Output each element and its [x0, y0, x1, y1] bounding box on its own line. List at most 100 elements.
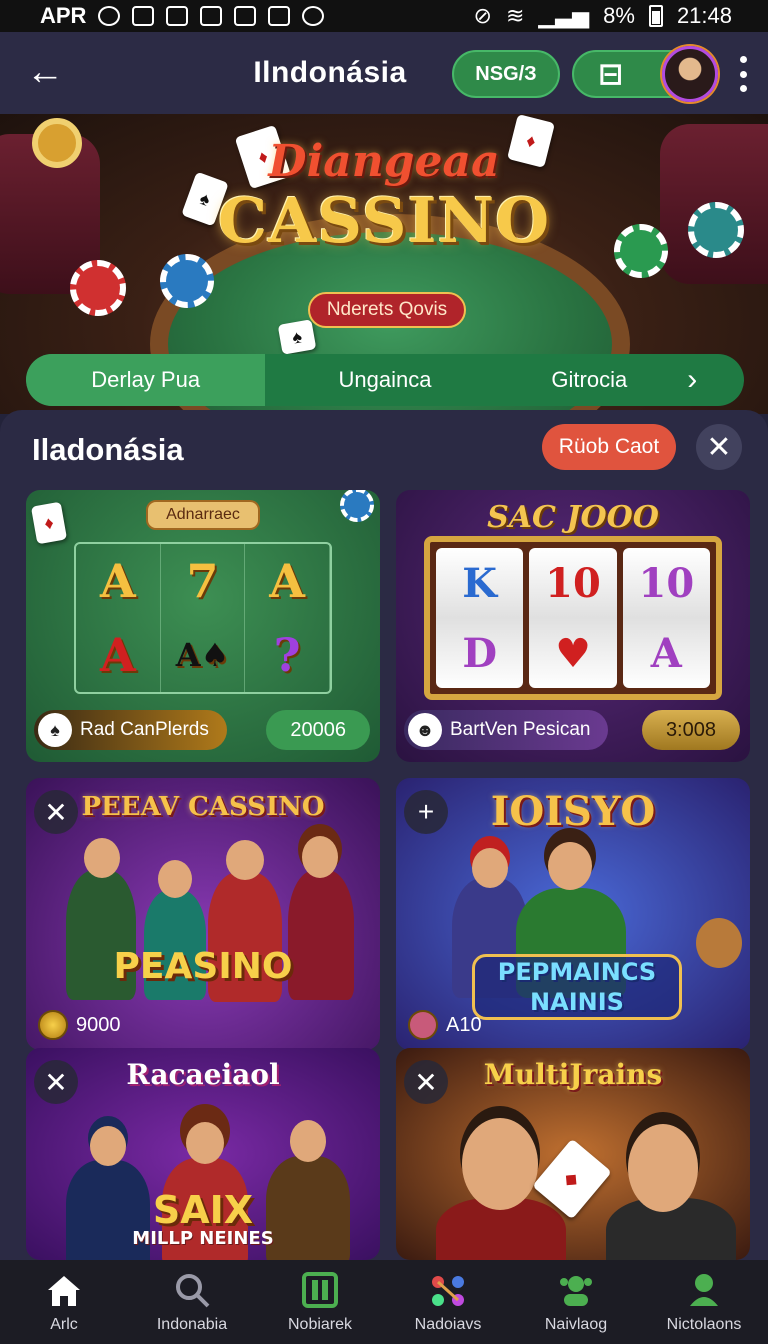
filter-button[interactable]: Rüob Caot	[542, 424, 676, 470]
dog-illustration	[696, 918, 742, 968]
signal-off-icon: ⊘	[473, 3, 492, 28]
tab-gitrocia[interactable]: Gitrocia ›	[505, 354, 744, 406]
game-card-title: IOISYO	[490, 788, 656, 835]
bottom-navigation: Arlc Indonabia Nobiarek Nadoiavs Naivlao…	[0, 1260, 768, 1344]
tab-label: Gitrocia	[551, 367, 628, 392]
nav-item-profile[interactable]: Nictolaons	[640, 1260, 768, 1344]
app-icon	[132, 6, 155, 26]
game-card-header: Adnarraec	[26, 500, 380, 530]
reel-symbol: ♥	[555, 629, 591, 677]
game-card-big-title: SAIX	[152, 1188, 254, 1232]
character-head	[628, 1124, 698, 1212]
chat-icon	[302, 6, 325, 26]
game-label-pill: ☻ BartVen Pesican	[404, 710, 609, 750]
messages-pill[interactable]: NSG/З	[452, 50, 560, 98]
character-head	[472, 848, 508, 888]
poker-chip-icon	[70, 260, 126, 316]
reel-symbol: K	[462, 559, 498, 607]
nav-label: Indonabia	[156, 1316, 228, 1333]
status-left: APR	[40, 3, 325, 29]
people-icon	[556, 1270, 596, 1310]
character-head	[90, 1126, 126, 1166]
reel-symbol: A	[650, 629, 682, 677]
page-title: Ilndonásia	[253, 56, 407, 89]
dot-icon	[739, 56, 747, 63]
game-value-pill[interactable]: 3:008	[641, 710, 740, 750]
game-label: Rad CanPlerds	[80, 719, 209, 740]
tab-ungainca[interactable]: Ungainca	[265, 354, 504, 406]
game-card-big-title: PEPMAINCS NAINIS	[472, 954, 682, 1020]
wallet-icon: ⊟	[598, 57, 624, 91]
shop-icon	[268, 6, 291, 26]
clock: 21:48	[676, 3, 732, 28]
game-card-multitrains[interactable]: ✕ MultiJrains ◆	[396, 1048, 750, 1260]
close-section-button[interactable]: ✕	[696, 424, 742, 470]
slot-symbol: A	[76, 544, 161, 618]
game-stat-value: 9000	[76, 1013, 121, 1036]
wifi-icon: ≋	[505, 3, 525, 28]
slot-symbol: A	[76, 618, 161, 692]
character-head	[226, 840, 264, 880]
game-card-header-plate: Adnarraec	[146, 500, 260, 530]
game-card-pepmaincs[interactable]: + IOISYO PEPMAINCS NAINIS A10	[396, 778, 750, 1050]
hero-badge[interactable]: Nderets Qovis	[308, 292, 466, 328]
nav-item-home[interactable]: Arlc	[0, 1260, 128, 1344]
game-card-slots[interactable]: Adnarraec ♦ A 7 A A A♠ ? ♠ Rad CanPlerds…	[26, 490, 380, 762]
reel-symbol: D	[462, 629, 497, 677]
character-head	[548, 842, 592, 890]
game-card-peasino[interactable]: ✕ PEEAV CASSINO PEASINO 9000	[26, 778, 380, 1050]
nav-item-search[interactable]: Indonabia	[128, 1260, 256, 1344]
character-head	[290, 1120, 326, 1162]
nav-label: Nadoiavs	[414, 1316, 482, 1333]
nav-item-people[interactable]: Naivlaog	[512, 1260, 640, 1344]
game-value-pill[interactable]: 20006	[266, 710, 370, 750]
game-card-title: Racaeiaol	[126, 1058, 280, 1091]
hero-logo-main: CASSINO	[217, 184, 551, 257]
more-menu-button[interactable]	[732, 56, 754, 92]
slot-symbol: ?	[245, 618, 330, 692]
slot-symbol: 7	[161, 544, 246, 618]
game-card-saix[interactable]: ✕ Racaeiaol SAIX MILLP NEINES	[26, 1048, 380, 1260]
nav-label: Naivlaog	[544, 1316, 608, 1333]
profile-icon	[684, 1270, 724, 1310]
game-label-pill: ♠ Rad CanPlerds	[34, 710, 227, 750]
carrier-label: APR	[40, 3, 87, 28]
tab-derlay-pua[interactable]: Derlay Pua	[26, 354, 266, 406]
reel-symbol: 10	[638, 559, 695, 607]
avatar[interactable]	[662, 46, 718, 102]
nav-label: Nobiarek	[287, 1316, 353, 1333]
game-stat: 9000	[38, 1010, 121, 1040]
coin-icon	[38, 1010, 68, 1040]
hero-logo-top: Diangeaa	[268, 136, 500, 187]
character-head	[186, 1122, 224, 1164]
dot-icon	[739, 85, 747, 92]
character-head	[302, 836, 338, 878]
image-icon	[200, 6, 223, 26]
game-stat: A10	[408, 1010, 482, 1040]
cell-signal-icon: ▁▃▅	[538, 3, 590, 28]
image-off-icon	[234, 6, 257, 26]
nav-label: Arlc	[50, 1316, 78, 1333]
game-card-title: MultiJrains	[483, 1058, 663, 1091]
section-title: Iladonásia	[32, 432, 184, 467]
playing-card-icon: ♠	[277, 319, 317, 355]
game-card-header: SAC JOOO	[396, 500, 750, 535]
nav-label: Nictolaons	[666, 1316, 742, 1333]
character-head	[84, 838, 120, 878]
nav-item-network[interactable]: Nadoiavs	[384, 1260, 512, 1344]
game-card-big-title: PEASINO	[113, 946, 293, 987]
slot-grid: A 7 A A A♠ ?	[74, 542, 332, 694]
spade-icon: ♠	[38, 713, 72, 747]
reel: K D	[436, 548, 524, 688]
poker-chip-icon	[160, 254, 214, 308]
chevron-right-icon[interactable]: ›	[687, 363, 697, 397]
nav-item-slots[interactable]: Nobiarek	[256, 1260, 384, 1344]
player-icon: ☻	[408, 713, 442, 747]
game-card-reels[interactable]: SAC JOOO K D 10 ♥ 10 A ☻ BartVen Pesican…	[396, 490, 750, 762]
reel: 10 A	[622, 548, 710, 688]
reel: 10 ♥	[529, 548, 617, 688]
game-label: BartVen Pesican	[450, 719, 591, 740]
game-card-title: SAC JOOO	[487, 500, 659, 535]
network-icon	[428, 1270, 468, 1310]
slot-symbol: A♠	[161, 618, 246, 692]
